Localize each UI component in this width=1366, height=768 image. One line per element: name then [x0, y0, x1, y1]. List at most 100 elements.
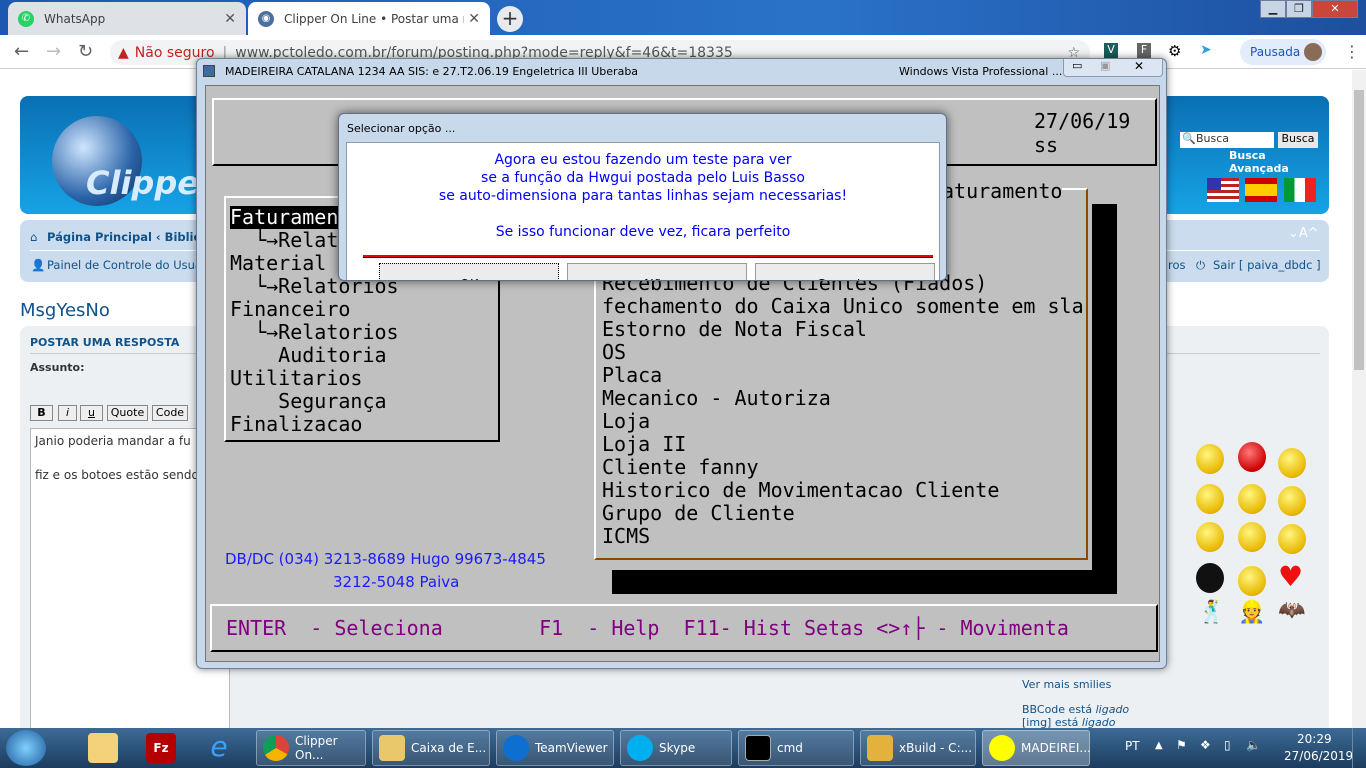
- volume-icon[interactable]: 🔈: [1246, 738, 1261, 752]
- clock-time[interactable]: 20:29: [1297, 732, 1332, 746]
- heart-icon[interactable]: ♥: [1278, 560, 1303, 593]
- underline-button[interactable]: u: [80, 405, 103, 421]
- menu-item[interactable]: Finalizacao: [230, 413, 362, 436]
- menu-item[interactable]: Financeiro: [230, 298, 350, 321]
- menu-item[interactable]: Utilitarios: [230, 367, 362, 390]
- bat-icon[interactable]: 🦇: [1278, 598, 1305, 623]
- ok-button[interactable]: OK: [379, 263, 559, 280]
- taskbar-item-skype[interactable]: Skype: [620, 730, 732, 766]
- taskbar-item-xbuild[interactable]: xBuild - C:...: [860, 730, 976, 766]
- contact-line-2: 3212-5048 Paiva: [333, 573, 460, 591]
- close-tab-icon[interactable]: ✕: [468, 11, 480, 27]
- flag-icon[interactable]: ⚑: [1176, 738, 1187, 752]
- submenu-item[interactable]: Loja: [602, 410, 650, 433]
- taskbar: Fz e Clipper On... Caixa de E... TeamVie…: [0, 728, 1366, 768]
- dropbox-icon[interactable]: ❖: [1200, 738, 1211, 752]
- taskbar-item-chrome[interactable]: Clipper On...: [256, 730, 366, 766]
- flag-us-icon[interactable]: [1207, 178, 1239, 202]
- minimize-button[interactable]: ▭: [1072, 59, 1082, 72]
- select-option-dialog: Selecionar opção ... Agora eu estou faze…: [338, 113, 947, 281]
- menu-item[interactable]: Segurança: [230, 390, 386, 413]
- taskbar-item-teamviewer[interactable]: TeamViewer: [496, 730, 614, 766]
- members-link[interactable]: ros: [1168, 258, 1186, 272]
- taskbar-item-cmd[interactable]: cmd: [738, 730, 854, 766]
- extension-gear-icon[interactable]: ⚙: [1168, 42, 1181, 60]
- code-button[interactable]: Code: [152, 405, 188, 421]
- smiley-icon[interactable]: [1238, 484, 1266, 514]
- ucp-link[interactable]: Painel de Controle do Usuá: [47, 258, 202, 272]
- submenu-item[interactable]: ICMS: [602, 525, 650, 548]
- page-scrollbar[interactable]: [1352, 70, 1366, 728]
- menu-item[interactable]: Auditoria: [230, 344, 386, 367]
- smiley-icon[interactable]: [1238, 566, 1266, 596]
- show-desktop-button[interactable]: [1352, 728, 1366, 768]
- smiley-icon[interactable]: [1278, 524, 1306, 554]
- smiley-icon[interactable]: [1278, 448, 1306, 478]
- tray-expand-icon[interactable]: ▲: [1155, 740, 1163, 751]
- flag-es-icon[interactable]: [1245, 178, 1277, 202]
- smiley-icon[interactable]: [1196, 522, 1224, 552]
- flag-it-icon[interactable]: [1284, 178, 1316, 202]
- submenu-item[interactable]: fechamento do Caixa Unico somente em sla: [602, 295, 1084, 318]
- logout-link[interactable]: Sair [ paiva_dbdc ]: [1213, 258, 1321, 272]
- new-tab-button[interactable]: +: [497, 6, 523, 32]
- menu-item[interactable]: └→Relatorios: [230, 321, 399, 344]
- extension-speed-icon[interactable]: ➤: [1200, 42, 1212, 58]
- submenu-item[interactable]: Estorno de Nota Fiscal: [602, 318, 867, 341]
- smiley-icon[interactable]: [1196, 444, 1224, 474]
- submenu-item[interactable]: Historico de Movimentacao Cliente: [602, 479, 999, 502]
- language-indicator[interactable]: PT: [1125, 739, 1140, 753]
- explorer-icon[interactable]: [88, 733, 118, 763]
- close-tab-icon[interactable]: ✕: [224, 11, 236, 27]
- taskbar-item-madeireira[interactable]: MADEIREI...: [982, 730, 1091, 766]
- taskbar-item-mail[interactable]: Caixa de E...: [372, 730, 490, 766]
- minimize-button[interactable]: ▁: [1260, 0, 1286, 18]
- menu-item[interactable]: Material: [230, 252, 326, 275]
- back-icon[interactable]: ←: [14, 41, 29, 62]
- forward-icon[interactable]: →: [46, 41, 61, 62]
- smiley-icon[interactable]: [1238, 522, 1266, 552]
- smiley-icon[interactable]: [1196, 484, 1224, 514]
- submenu-item[interactable]: OS: [602, 341, 626, 364]
- quote-button[interactable]: Quote: [107, 405, 148, 421]
- submenu-item[interactable]: Placa: [602, 364, 662, 387]
- filezilla-icon[interactable]: Fz: [146, 733, 176, 763]
- tab-clipper[interactable]: ◉ Clipper On Line • Postar uma resp ✕: [248, 2, 490, 35]
- submenu-item[interactable]: Loja II: [602, 433, 686, 456]
- menu-icon[interactable]: ⋮: [1344, 42, 1360, 61]
- maximize-button[interactable]: ❐: [1286, 0, 1312, 18]
- smiley-icon[interactable]: [1196, 563, 1224, 593]
- submenu-item[interactable]: Grupo de Cliente: [602, 502, 795, 525]
- extension-f-icon[interactable]: F: [1137, 43, 1151, 59]
- profile-button[interactable]: Pausada: [1240, 39, 1326, 65]
- menu-item-faturamento[interactable]: Faturamen: [230, 206, 339, 229]
- ie-icon[interactable]: e: [204, 733, 234, 763]
- dancer-icon[interactable]: 🕺: [1198, 600, 1225, 625]
- topic-title[interactable]: MsgYesNo: [20, 300, 110, 321]
- submenu-item[interactable]: Cliente fanny: [602, 456, 759, 479]
- more-smilies-link[interactable]: Ver mais smilies: [1022, 678, 1111, 691]
- network-icon[interactable]: ▯: [1224, 738, 1231, 752]
- smiley-icon[interactable]: [1278, 486, 1306, 516]
- breadcrumb[interactable]: Página Principal ‹ Biblio: [47, 230, 201, 244]
- reload-icon[interactable]: ↻: [78, 41, 93, 62]
- cancel-button[interactable]: Cancelar: [755, 263, 935, 280]
- start-button[interactable]: [6, 730, 46, 766]
- italic-button[interactable]: i: [58, 405, 77, 421]
- worker-icon[interactable]: 👷: [1238, 600, 1265, 625]
- extension-v-icon[interactable]: V: [1104, 43, 1118, 59]
- search-input[interactable]: Busca 🔍: [1180, 132, 1274, 148]
- close-button[interactable]: ✕: [1134, 59, 1144, 73]
- smiley-angry-icon[interactable]: [1238, 442, 1266, 472]
- advanced-search-link[interactable]: Busca Avançada: [1229, 149, 1329, 175]
- scrollbar-thumb[interactable]: [1354, 90, 1364, 370]
- bold-button[interactable]: B: [30, 405, 53, 421]
- font-size-toggle[interactable]: ⌄A^: [1288, 226, 1319, 241]
- clock-date[interactable]: 27/06/2019: [1284, 749, 1353, 763]
- close-button[interactable]: ✕: [1312, 0, 1358, 18]
- tab-whatsapp[interactable]: ✆ WhatsApp ✕: [8, 2, 246, 35]
- search-button[interactable]: Busca: [1278, 132, 1318, 148]
- submenu-item[interactable]: Mecanico - Autoriza: [602, 387, 831, 410]
- no-button[interactable]: Não: [567, 263, 747, 280]
- maximize-button[interactable]: ▣: [1100, 59, 1110, 72]
